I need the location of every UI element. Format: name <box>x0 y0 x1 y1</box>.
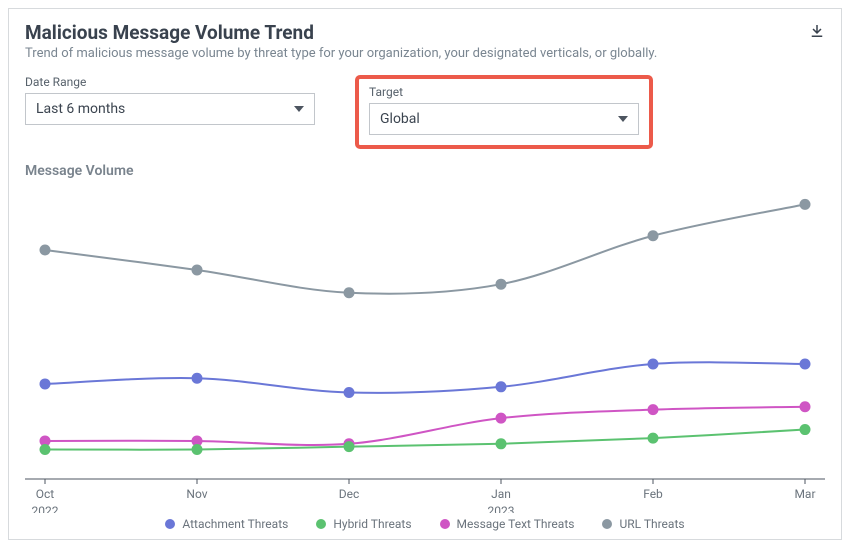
svg-text:2023: 2023 <box>488 504 515 513</box>
svg-text:Jan: Jan <box>491 487 511 501</box>
legend: Attachment Threats Hybrid Threats Messag… <box>25 517 825 531</box>
legend-hybrid[interactable]: Hybrid Threats <box>316 517 411 531</box>
chart-area: Oct 2022 Nov Dec Jan 2023 Feb Mar <box>25 183 825 513</box>
svg-text:Dec: Dec <box>339 487 360 501</box>
controls-row: Date Range Last 6 months Target Global <box>25 75 825 149</box>
chevron-down-icon <box>294 106 304 112</box>
target-select[interactable]: Global <box>369 103 639 135</box>
legend-dot-attachment <box>165 519 175 529</box>
line-chart: Oct 2022 Nov Dec Jan 2023 Feb Mar <box>25 183 825 513</box>
legend-dot-hybrid <box>316 519 326 529</box>
legend-label-message-text: Message Text Threats <box>457 517 575 531</box>
legend-label-hybrid: Hybrid Threats <box>333 517 411 531</box>
trend-panel: Malicious Message Volume Trend Trend of … <box>8 8 842 540</box>
legend-dot-message-text <box>440 519 450 529</box>
legend-label-attachment: Attachment Threats <box>182 517 288 531</box>
legend-url[interactable]: URL Threats <box>602 517 684 531</box>
svg-text:Oct: Oct <box>36 487 55 501</box>
svg-text:Feb: Feb <box>643 487 663 501</box>
date-range-label: Date Range <box>25 75 315 89</box>
chevron-down-icon <box>618 116 628 122</box>
chart-title: Message Volume <box>25 163 825 179</box>
target-label: Target <box>369 85 639 99</box>
panel-title: Malicious Message Volume Trend <box>25 21 657 44</box>
legend-message-text[interactable]: Message Text Threats <box>440 517 575 531</box>
legend-dot-url <box>602 519 612 529</box>
target-field: Target Global <box>369 85 639 135</box>
date-range-field: Date Range Last 6 months <box>25 75 315 125</box>
download-icon <box>808 22 826 40</box>
svg-text:Mar: Mar <box>794 487 815 501</box>
svg-text:2022: 2022 <box>32 504 59 513</box>
target-highlight: Target Global <box>355 75 653 149</box>
svg-text:Nov: Nov <box>186 487 207 501</box>
date-range-select[interactable]: Last 6 months <box>25 93 315 125</box>
legend-attachment[interactable]: Attachment Threats <box>165 517 288 531</box>
panel-subtitle: Trend of malicious message volume by thr… <box>25 46 657 61</box>
date-range-value: Last 6 months <box>36 101 125 117</box>
target-value: Global <box>380 111 420 127</box>
download-button[interactable] <box>805 19 829 43</box>
legend-label-url: URL Threats <box>619 517 684 531</box>
